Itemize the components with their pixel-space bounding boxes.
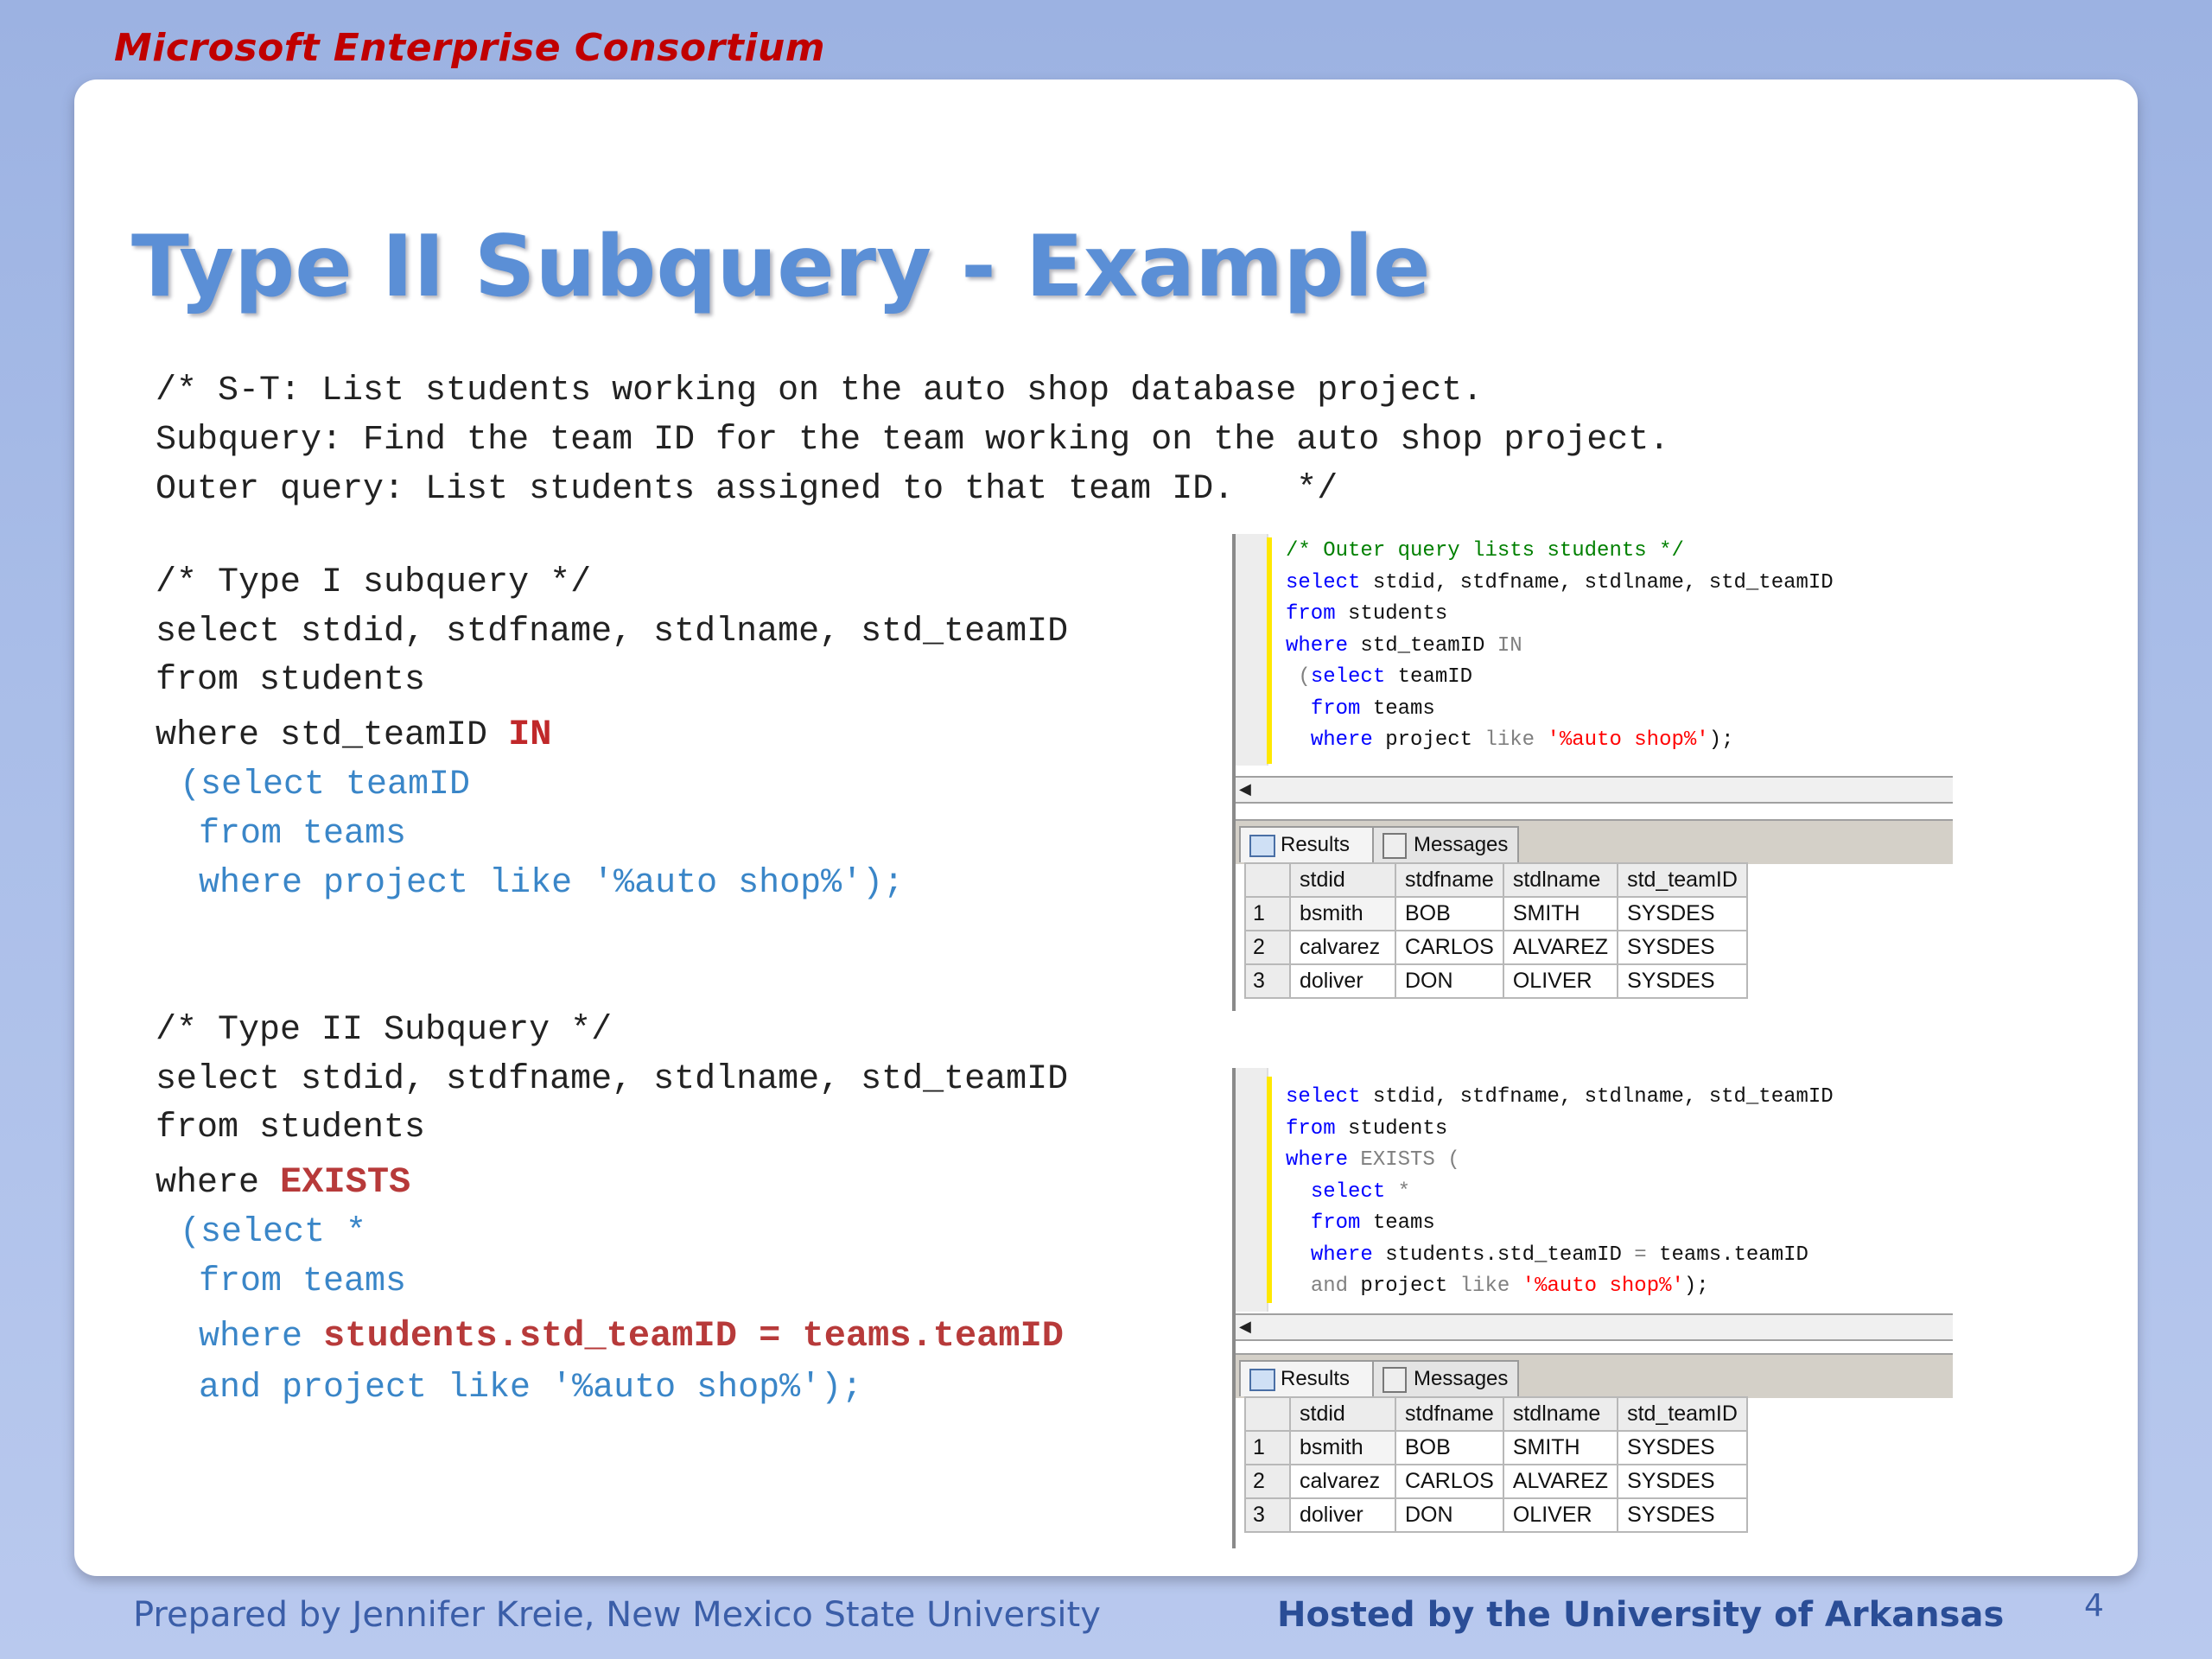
type2-line: where students.std_teamID = teams.teamID <box>199 1315 1064 1357</box>
grid-icon <box>1249 835 1275 857</box>
column-header[interactable]: stdlname <box>1502 1396 1619 1432</box>
code-line: where std_teamID IN <box>1286 633 1522 658</box>
type1-comment: /* Type I subquery */ <box>156 563 592 602</box>
code-line: where students.std_teamID = teams.teamID <box>1310 1243 1808 1267</box>
query-screenshot-1: /* Outer query lists students */ select s… <box>1232 534 1953 1011</box>
column-header[interactable]: stdid <box>1289 862 1396 898</box>
code-line: where EXISTS ( <box>1286 1148 1460 1172</box>
slide-title: Type II Subquery - Example <box>131 218 1431 316</box>
type2-line: (select * <box>180 1213 367 1252</box>
type1-line: from teams <box>199 815 407 854</box>
intro-line: Subquery: Find the team ID for the team … <box>156 421 1670 460</box>
query-editor[interactable]: /* Outer query lists students */ select s… <box>1286 536 1834 757</box>
type2-where: where <box>156 1164 281 1203</box>
in-keyword: IN <box>508 714 552 755</box>
table-row[interactable]: 3 doliver DON OLIVER SYSDES <box>1244 1497 1748 1533</box>
change-marker <box>1267 1077 1272 1303</box>
code-line: from teams <box>1310 1211 1435 1235</box>
table-row[interactable]: 1 bsmith BOB SMITH SYSDES <box>1244 896 1748 931</box>
type2-line: select stdid, stdfname, stdlname, std_te… <box>156 1060 1069 1099</box>
table-row[interactable]: 2 calvarez CARLOS ALVAREZ SYSDES <box>1244 930 1748 965</box>
type1-line: where project like '%auto shop%'); <box>199 864 905 903</box>
tab-messages[interactable]: Messages <box>1372 826 1519 862</box>
table-row[interactable]: 2 calvarez CARLOS ALVAREZ SYSDES <box>1244 1464 1748 1499</box>
table-row[interactable]: 3 doliver DON OLIVER SYSDES <box>1244 963 1748 999</box>
table-row[interactable]: 1 bsmith BOB SMITH SYSDES <box>1244 1430 1748 1465</box>
editor-gutter <box>1236 1068 1268 1312</box>
type2-where: where <box>199 1318 324 1357</box>
horizontal-scrollbar[interactable]: ◀ <box>1236 1313 1953 1341</box>
page-number: 4 <box>2084 1588 2104 1624</box>
type2-line: where EXISTS <box>156 1161 410 1203</box>
query-editor[interactable]: select stdid, stdfname, stdlname, std_te… <box>1286 1082 1834 1303</box>
code-line: select stdid, stdfname, stdlname, std_te… <box>1286 570 1834 594</box>
horizontal-scrollbar[interactable]: ◀ <box>1236 776 1953 804</box>
messages-icon <box>1382 833 1407 859</box>
type1-line: from students <box>156 661 426 700</box>
scroll-left-icon[interactable]: ◀ <box>1239 779 1258 798</box>
results-tabbar: Results Messages <box>1236 819 1953 864</box>
column-header[interactable]: stdlname <box>1502 862 1619 898</box>
code-line: from students <box>1286 602 1448 626</box>
code-line: and project like '%auto shop%'); <box>1310 1274 1709 1298</box>
query-screenshot-2: select stdid, stdfname, stdlname, std_te… <box>1232 1068 1953 1548</box>
results-grid: stdid stdfname stdlname std_teamID 1 bsmith B… <box>1244 862 1748 999</box>
correlation-condition: students.std_teamID = teams.teamID <box>323 1315 1064 1357</box>
results-grid: stdid stdfname stdlname std_teamID 1 bsmith B… <box>1244 1396 1748 1533</box>
type1-line: select stdid, stdfname, stdlname, std_te… <box>156 613 1069 652</box>
column-header[interactable]: stdid <box>1289 1396 1396 1432</box>
type1-line: where std_teamID IN <box>156 714 552 755</box>
grid-icon <box>1249 1369 1275 1391</box>
exists-keyword: EXISTS <box>280 1161 411 1203</box>
tab-messages[interactable]: Messages <box>1372 1360 1519 1396</box>
intro-line: /* S-T: List students working on the aut… <box>156 372 1484 410</box>
footer-host: Hosted by the University of Arkansas <box>1277 1595 2005 1635</box>
tab-results[interactable]: Results <box>1239 1360 1382 1396</box>
results-tabbar: Results Messages <box>1236 1353 1953 1398</box>
column-header[interactable]: stdfname <box>1395 862 1504 898</box>
column-header[interactable]: std_teamID <box>1617 862 1748 898</box>
code-line: select stdid, stdfname, stdlname, std_te… <box>1286 1085 1834 1109</box>
footer-author: Prepared by Jennifer Kreie, New Mexico S… <box>133 1595 1101 1635</box>
consortium-header: Microsoft Enterprise Consortium <box>114 26 826 70</box>
code-line: from teams <box>1310 696 1435 721</box>
type2-line: from students <box>156 1109 426 1147</box>
column-header[interactable]: stdfname <box>1395 1396 1504 1432</box>
code-line: (select teamID <box>1286 665 1473 689</box>
type2-line: and project like '%auto shop%'); <box>199 1369 863 1408</box>
type2-line: from teams <box>199 1262 407 1301</box>
type1-line: (select teamID <box>180 766 471 804</box>
code-line: from students <box>1286 1116 1448 1141</box>
code-line: /* Outer query lists students */ <box>1286 539 1684 563</box>
type2-comment: /* Type II Subquery */ <box>156 1011 613 1050</box>
code-line: where project like '%auto shop%'); <box>1310 728 1734 752</box>
type1-where: where std_teamID <box>156 716 509 755</box>
intro-comment: /* S-T: List students working on the aut… <box>156 366 1669 514</box>
messages-icon <box>1382 1367 1407 1393</box>
change-marker <box>1267 537 1272 764</box>
editor-gutter <box>1236 534 1268 766</box>
tab-results[interactable]: Results <box>1239 826 1382 862</box>
intro-line: Outer query: List students assigned to t… <box>156 470 1338 509</box>
code-line: select * <box>1310 1179 1411 1204</box>
scroll-left-icon[interactable]: ◀ <box>1239 1317 1258 1336</box>
column-header[interactable]: std_teamID <box>1617 1396 1748 1432</box>
